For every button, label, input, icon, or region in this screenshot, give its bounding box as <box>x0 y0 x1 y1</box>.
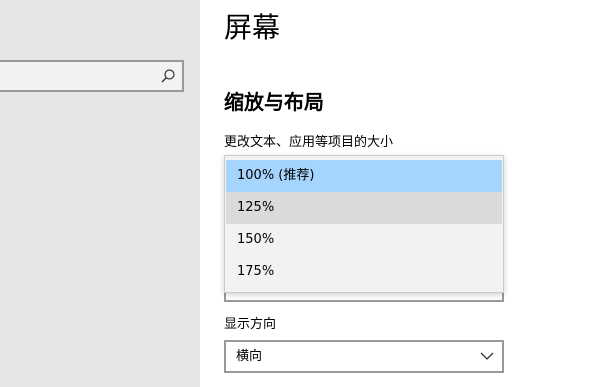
search-icon[interactable] <box>160 68 176 84</box>
scale-label: 更改文本、应用等项目的大小 <box>224 135 394 150</box>
scale-option-100[interactable]: 100% (推荐) <box>226 160 502 192</box>
section-title: 缩放与布局 <box>224 90 324 114</box>
scale-options-popup: 100% (推荐) 125% 150% 175% <box>224 155 504 293</box>
orientation-value: 横向 <box>236 349 263 364</box>
search-input[interactable] <box>0 60 184 92</box>
orientation-label: 显示方向 <box>224 317 277 332</box>
scale-option-175[interactable]: 175% <box>226 256 502 288</box>
page-title: 屏幕 <box>224 11 281 44</box>
sidebar <box>0 0 200 387</box>
scale-option-150[interactable]: 150% <box>226 224 502 256</box>
scale-option-125[interactable]: 125% <box>226 192 502 224</box>
chevron-down-icon <box>480 352 494 360</box>
orientation-dropdown[interactable]: 横向 <box>224 340 504 373</box>
